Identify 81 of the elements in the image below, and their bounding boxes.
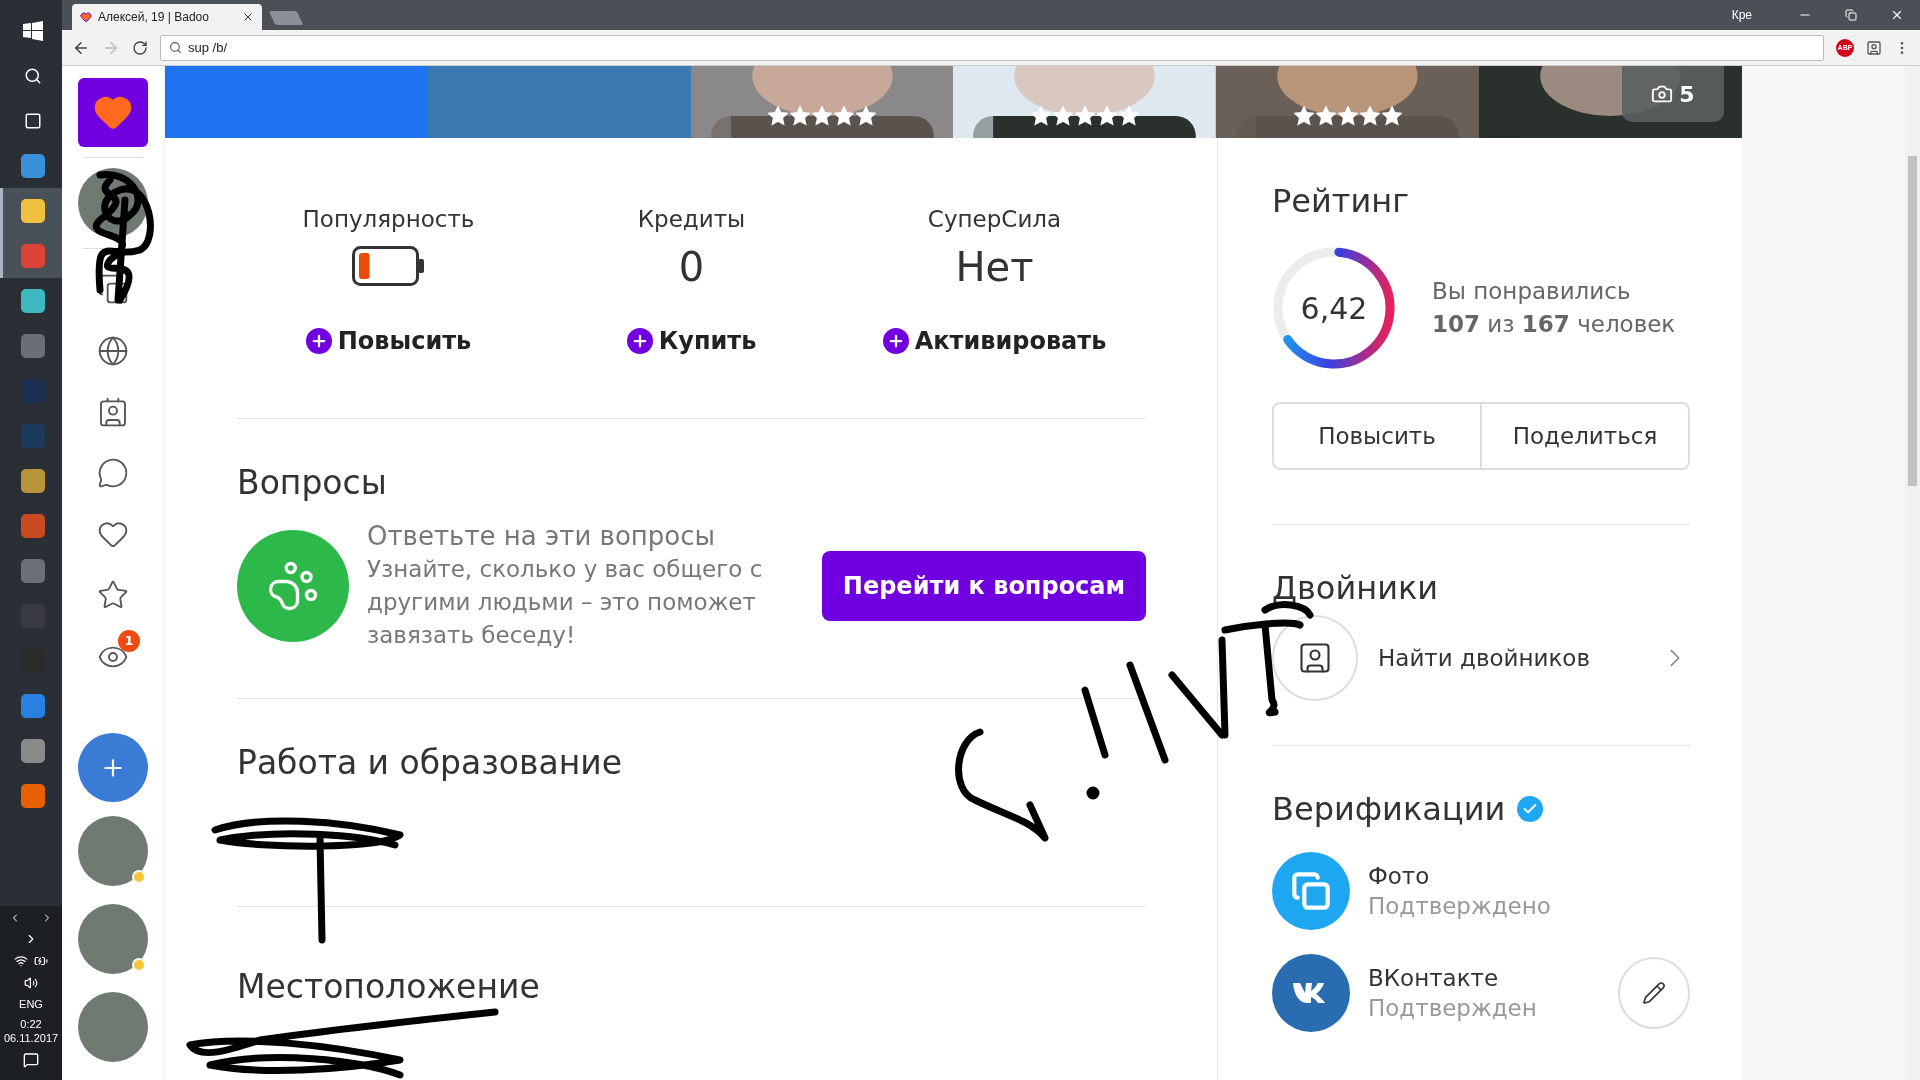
- star-icon: [1074, 106, 1095, 126]
- tab-title: Алексей, 19 | Badoo: [98, 10, 210, 24]
- star-icon: [834, 106, 855, 126]
- rating-button[interactable]: Поделиться: [1482, 402, 1690, 470]
- extension-icon[interactable]: [1866, 39, 1882, 56]
- questions-heading: Ответьте на эти вопросы: [367, 520, 717, 553]
- questions-button[interactable]: Перейти к вопросам: [822, 551, 1146, 621]
- rating-button[interactable]: Повысить: [1272, 402, 1482, 470]
- stat-action-link[interactable]: Активировать: [882, 327, 1107, 355]
- clock-date[interactable]: 06.11.2017: [3, 1032, 59, 1044]
- taskbar-app[interactable]: [0, 233, 62, 278]
- contact-card-icon: [97, 395, 129, 428]
- verification-status: Подтвержден: [1368, 995, 1538, 1021]
- windows-icon: [22, 20, 43, 41]
- star-icon: [1381, 106, 1402, 126]
- notification-count: 1: [118, 629, 140, 652]
- star-icon: [1337, 106, 1358, 126]
- section-title: Работа и образование: [237, 743, 623, 782]
- reload-icon[interactable]: [132, 39, 148, 56]
- star-icon: [1118, 106, 1139, 126]
- verification-name: Фото: [1368, 863, 1431, 889]
- logo[interactable]: [78, 78, 148, 147]
- star-icon: [1096, 106, 1117, 126]
- browser-tab[interactable]: Алексей, 19 | Badoo: [72, 4, 262, 30]
- scrollbar[interactable]: [1905, 66, 1920, 1080]
- restore-icon: [1845, 9, 1857, 21]
- task-view-icon: [23, 111, 42, 130]
- clock-time[interactable]: 0:22: [20, 1018, 42, 1030]
- stat-action-link[interactable]: Купить: [626, 327, 757, 355]
- section-title: Двойники: [1272, 569, 1440, 607]
- close-icon: [1890, 8, 1904, 22]
- language-indicator[interactable]: ENG: [19, 998, 43, 1010]
- profile-name[interactable]: Кре: [1731, 8, 1752, 22]
- stat-label: Кредиты: [637, 206, 746, 234]
- search-icon: [169, 41, 182, 54]
- likes-label: Вы понравились: [1432, 277, 1632, 306]
- battery-icon[interactable]: [34, 954, 48, 968]
- star-icon: [856, 106, 877, 126]
- star-icon: [768, 106, 789, 126]
- chat-icon: [97, 457, 129, 489]
- stat-action-link[interactable]: Повысить: [305, 327, 472, 355]
- volume-icon[interactable]: [24, 976, 38, 990]
- verification-name: ВКонтакте: [1368, 965, 1500, 991]
- star-icon: [1293, 106, 1314, 126]
- nav-button[interactable]: 1: [86, 629, 140, 684]
- close-tab-icon[interactable]: [242, 11, 254, 23]
- section-title: Вопросы: [237, 463, 388, 502]
- cards-icon: [97, 273, 129, 306]
- search-icon: [23, 66, 42, 85]
- address-text: sup /b/: [188, 40, 228, 55]
- likes-count: 107 из 167 человек: [1432, 310, 1676, 339]
- star-icon: [1030, 106, 1051, 126]
- section-title: Верификации: [1272, 790, 1506, 828]
- photo-count-badge[interactable]: 5: [1622, 66, 1724, 122]
- star-icon: [1359, 106, 1380, 126]
- edit-button[interactable]: [1618, 957, 1690, 1029]
- star-icon: [1315, 106, 1336, 126]
- address-bar[interactable]: sup /b/: [160, 34, 1824, 61]
- section-title: Местоположение: [237, 967, 541, 1006]
- star-icon: [790, 106, 811, 126]
- stat-label: Популярность: [302, 206, 475, 234]
- stat-value: Нет: [955, 243, 1034, 292]
- verification-status: Подтверждено: [1368, 893, 1552, 919]
- new-tab-button[interactable]: [268, 11, 304, 25]
- globe-icon: [97, 334, 129, 367]
- wifi-icon[interactable]: [14, 954, 28, 968]
- stat-value: 0: [678, 243, 705, 292]
- find-doubles-row[interactable]: Найти двойников: [1272, 615, 1690, 746]
- favicon-icon: [80, 11, 92, 23]
- questions-description: Узнайте, сколько у вас общего с другими людьми – это поможет завязать беседу!: [367, 555, 764, 650]
- pencil-icon: [1642, 981, 1666, 1005]
- paw-icon: [266, 559, 320, 613]
- taskbar-app[interactable]: [0, 188, 62, 233]
- notifications-icon[interactable]: [23, 1052, 39, 1068]
- section-title: Рейтинг: [1272, 182, 1410, 220]
- star-icon: [1052, 106, 1073, 126]
- photo-person-icon: [1297, 640, 1333, 676]
- stat-label: СуперСила: [927, 206, 1062, 234]
- star-icon: [812, 106, 833, 126]
- camera-icon: [1651, 83, 1674, 105]
- rating-score: 6,42: [1300, 290, 1368, 326]
